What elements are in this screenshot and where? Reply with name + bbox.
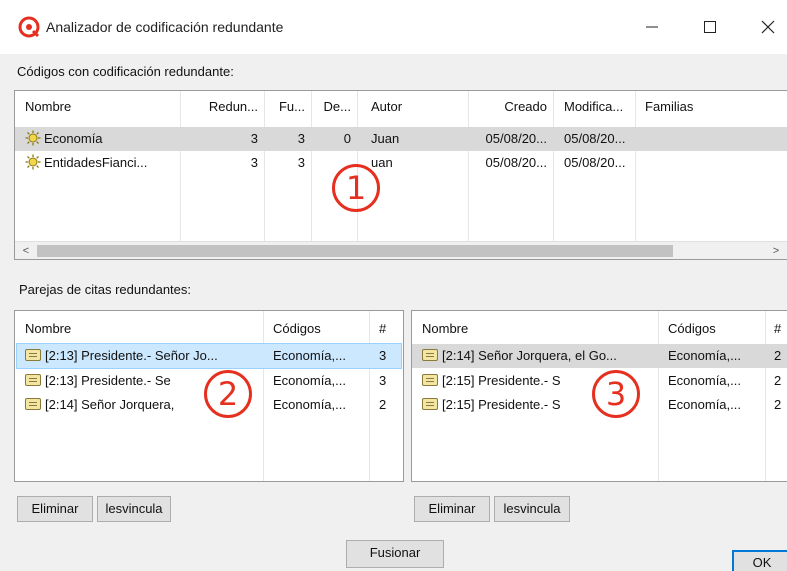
quotation-codes: Economía,...: [273, 397, 346, 412]
quotation-name: [2:15] Presidente.- S: [442, 373, 561, 388]
table-row[interactable]: Economía 3 3 0 Juan 05/08/20... 05/08/20…: [15, 127, 787, 151]
cell-redundant: 3: [250, 155, 258, 170]
code-name: EntidadesFianci...: [44, 155, 148, 170]
left-unlink-button[interactable]: lesvincula: [97, 496, 171, 522]
cell-autor: uan: [371, 155, 393, 170]
pairs-section-label: Parejas de citas redundantes:: [19, 282, 191, 297]
quotation-name: [2:14] Señor Jorquera,: [45, 397, 175, 412]
column-header-redundant[interactable]: Redun...: [180, 95, 264, 119]
quotation-codes: Economía,...: [668, 348, 741, 363]
quotation-name: [2:14] Señor Jorquera, el Go...: [442, 348, 617, 363]
code-sun-icon: [25, 154, 41, 170]
window-title: Analizador de codificación redundante: [46, 19, 284, 35]
callout-3: 3: [592, 370, 640, 418]
column-header-de[interactable]: De...: [311, 95, 357, 119]
quotation-count: 3: [379, 373, 387, 388]
merge-button[interactable]: Fusionar: [346, 540, 444, 568]
left-delete-button[interactable]: Eliminar: [17, 496, 93, 522]
quotation-icon: [422, 398, 438, 410]
codes-section-label: Códigos con codificación redundante:: [17, 64, 234, 79]
scroll-left-icon[interactable]: <: [17, 242, 35, 259]
redundant-coding-analyzer-window: Analizador de codificación redundante Có…: [0, 0, 787, 571]
code-name: Economía: [44, 131, 103, 146]
quotation-codes: Economía,...: [668, 397, 741, 412]
scroll-right-icon[interactable]: >: [767, 242, 785, 259]
right-unlink-button[interactable]: lesvincula: [494, 496, 570, 522]
quotation-codes: Economía,...: [273, 348, 346, 363]
column-header-count[interactable]: #: [373, 317, 403, 341]
cell-fu: 3: [297, 155, 305, 170]
horizontal-scrollbar[interactable]: < >: [15, 241, 787, 259]
close-icon: [761, 20, 775, 34]
minimize-icon: [646, 26, 658, 28]
ok-button[interactable]: OK: [732, 550, 787, 571]
quotation-name: [2:13] Presidente.- Señor Jo...: [45, 348, 218, 363]
title-bar: Analizador de codificación redundante: [0, 0, 787, 54]
right-delete-button[interactable]: Eliminar: [414, 496, 490, 522]
quotation-icon: [25, 349, 41, 361]
callout-1: 1: [332, 164, 380, 212]
right-list-header: Nombre Códigos #: [412, 317, 787, 341]
callout-2: 2: [204, 370, 252, 418]
column-header-modificado[interactable]: Modifica...: [558, 95, 638, 119]
cell-modificado: 05/08/20...: [564, 155, 626, 170]
cell-creado: 05/08/20...: [485, 131, 547, 146]
cell-familias: [639, 127, 759, 151]
cell-familias: [639, 151, 759, 175]
codes-table-header: Nombre Redun... Fu... De... Autor Creado…: [15, 95, 787, 119]
close-button[interactable]: [746, 10, 787, 44]
column-header-nombre[interactable]: Nombre: [416, 317, 656, 341]
list-item[interactable]: [2:13] Presidente.- Señor Jo... Economía…: [16, 343, 402, 369]
column-header-familias[interactable]: Familias: [639, 95, 759, 119]
cell-autor: Juan: [371, 131, 400, 146]
column-header-autor[interactable]: Autor: [365, 95, 465, 119]
quotation-codes: Economía,...: [273, 373, 346, 388]
codes-table[interactable]: Nombre Redun... Fu... De... Autor Creado…: [14, 90, 787, 260]
cell-de: 0: [343, 131, 351, 146]
code-sun-icon: [25, 130, 41, 146]
column-header-codigos[interactable]: Códigos: [662, 317, 762, 341]
quotation-icon: [422, 374, 438, 386]
quotation-count: 2: [379, 397, 387, 412]
quotation-count: 2: [774, 373, 782, 388]
column-header-fu[interactable]: Fu...: [264, 95, 311, 119]
quotation-count: 2: [774, 348, 782, 363]
column-header-codigos[interactable]: Códigos: [267, 317, 367, 341]
cell-creado: 05/08/20...: [485, 155, 547, 170]
quotation-count: 2: [774, 397, 782, 412]
left-list-header: Nombre Códigos #: [15, 317, 403, 341]
list-item[interactable]: [2:14] Señor Jorquera, el Go... Economía…: [412, 344, 787, 368]
maximize-icon: [704, 21, 716, 33]
quotation-icon: [25, 398, 41, 410]
quotation-codes: Economía,...: [668, 373, 741, 388]
quotation-icon: [25, 374, 41, 386]
quotation-icon: [422, 349, 438, 361]
column-header-creado[interactable]: Creado: [468, 95, 553, 119]
minimize-button[interactable]: [630, 10, 674, 44]
table-row[interactable]: EntidadesFianci... 3 3 uan 05/08/20... 0…: [15, 151, 787, 175]
column-header-nombre[interactable]: Nombre: [19, 317, 259, 341]
quotation-count: 3: [379, 348, 387, 363]
column-header-nombre[interactable]: Nombre: [19, 95, 179, 119]
cell-modificado: 05/08/20...: [564, 131, 626, 146]
quotation-name: [2:13] Presidente.- Se: [45, 373, 171, 388]
quotation-name: [2:15] Presidente.- S: [442, 397, 561, 412]
cell-redundant: 3: [250, 131, 258, 146]
column-header-count[interactable]: #: [768, 317, 787, 341]
maximize-button[interactable]: [688, 10, 732, 44]
scrollbar-thumb[interactable]: [37, 245, 673, 257]
app-logo-icon: [18, 16, 40, 38]
cell-fu: 3: [297, 131, 305, 146]
